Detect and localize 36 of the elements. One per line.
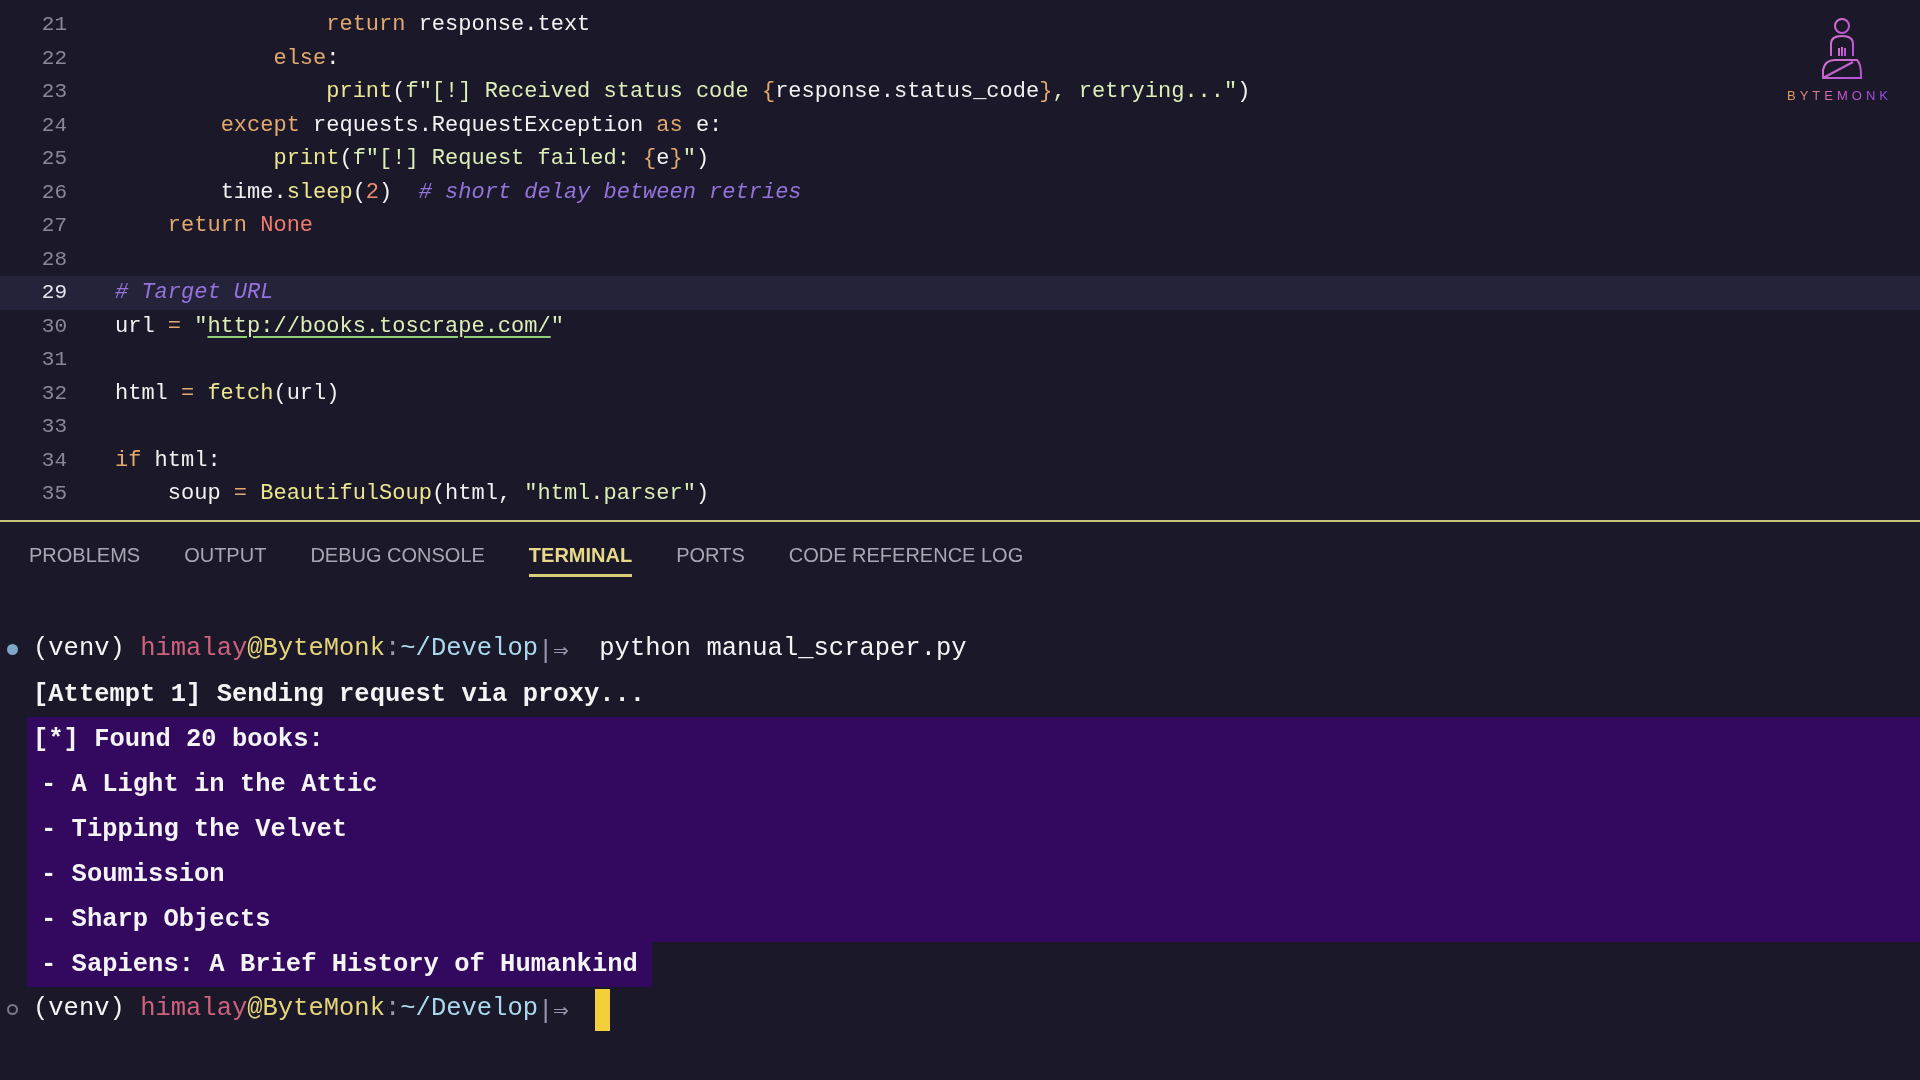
- terminal-output-line: [Attempt 1] Sending request via proxy...: [32, 679, 647, 711]
- line-number: 27: [40, 214, 67, 238]
- code-line: except requests.RequestException as e:: [220, 112, 723, 138]
- line-number: 32: [40, 381, 67, 405]
- panel-tab[interactable]: PROBLEMS: [29, 533, 141, 577]
- panel-tab[interactable]: CODE REFERENCE LOG: [788, 533, 1024, 577]
- line-number: 31: [40, 348, 67, 372]
- code-line: print(f"[!] Request failed: {e}"): [273, 146, 710, 172]
- line-number: 26: [40, 180, 67, 204]
- code-line: else:: [273, 45, 340, 71]
- code-line: return response.text: [326, 12, 591, 38]
- panel-tab[interactable]: DEBUG CONSOLE: [310, 533, 485, 577]
- code-line: time.sleep(2) # short delay between retries: [220, 179, 802, 205]
- panel-tab[interactable]: TERMINAL: [528, 533, 633, 577]
- line-number: 24: [40, 113, 67, 137]
- panel-tab[interactable]: OUTPUT: [184, 533, 267, 577]
- line-number: 23: [40, 80, 67, 104]
- line-number: 25: [40, 147, 67, 171]
- code-line: if html:: [115, 447, 221, 473]
- line-number: 33: [40, 415, 67, 439]
- terminal-prompt: (venv) himalay@ByteMonk:~/Develop|⇒ python manual_scraper.py: [32, 633, 967, 666]
- line-number: 30: [40, 314, 67, 338]
- line-number: 35: [40, 482, 67, 506]
- code-line: html = fetch(url): [115, 380, 340, 406]
- line-number: 34: [40, 448, 67, 472]
- code-line: soup = BeautifulSoup(html, "html.parser"): [167, 481, 710, 507]
- terminal-prompt: (venv) himalay@ByteMonk:~/Develop|⇒: [32, 993, 569, 1026]
- line-number: 21: [40, 13, 67, 37]
- panel-tab[interactable]: PORTS: [676, 533, 745, 577]
- code-line: # Target URL: [115, 280, 274, 306]
- line-number: 29: [40, 281, 67, 305]
- code-line: url = "http://books.toscrape.com/": [115, 313, 564, 339]
- code-line: return None: [167, 213, 314, 239]
- code-line: print(f"[!] Received status code {response.status_code}, retrying..."): [326, 79, 1251, 105]
- line-number: 22: [40, 46, 67, 70]
- line-number: 28: [40, 247, 67, 271]
